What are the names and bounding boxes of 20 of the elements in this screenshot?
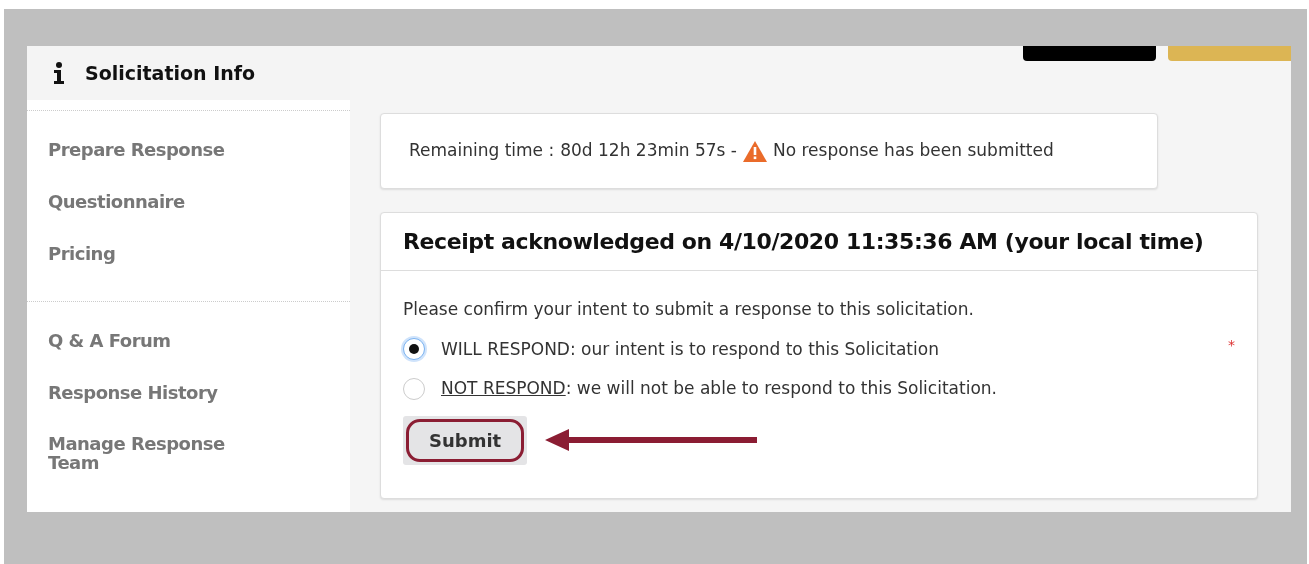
sidebar-item[interactable]: Manage Response Team — [48, 435, 248, 474]
prompt-text: Please confirm your intent to submit a response to this solicitation. — [403, 298, 975, 321]
submit-button[interactable]: Submit — [403, 415, 528, 465]
option-label: WILL RESPOND: our intent is to respond to this Solicitation — [441, 337, 939, 361]
sidebar-item[interactable]: Response History — [48, 383, 248, 403]
warning-icon — [743, 140, 767, 162]
option-label: NOT RESPOND: we will not be able to respond to this Solicitation. — [441, 377, 997, 400]
sidebar-item[interactable]: Q & A Forum — [48, 331, 248, 351]
radio-button[interactable] — [403, 338, 425, 361]
info-icon — [53, 62, 65, 84]
sidebar-item[interactable]: Prepare Response — [48, 141, 248, 160]
sidebar-header[interactable]: Solicitation Info — [27, 46, 350, 100]
required-mark: * — [1228, 336, 1235, 355]
radio-button[interactable] — [403, 377, 425, 400]
warning-message: No response has been submitted — [773, 139, 1054, 163]
card-title: Receipt acknowledged on 4/10/2020 11:35:36 AM (your local time) — [403, 228, 1204, 256]
remaining-time-label: Remaining time : — [409, 139, 555, 163]
remaining-time-value: 80d 12h 23min 57s - — [560, 139, 737, 163]
sidebar-item[interactable]: Questionnaire — [48, 192, 248, 212]
sidebar-item[interactable]: Pricing — [48, 244, 248, 264]
